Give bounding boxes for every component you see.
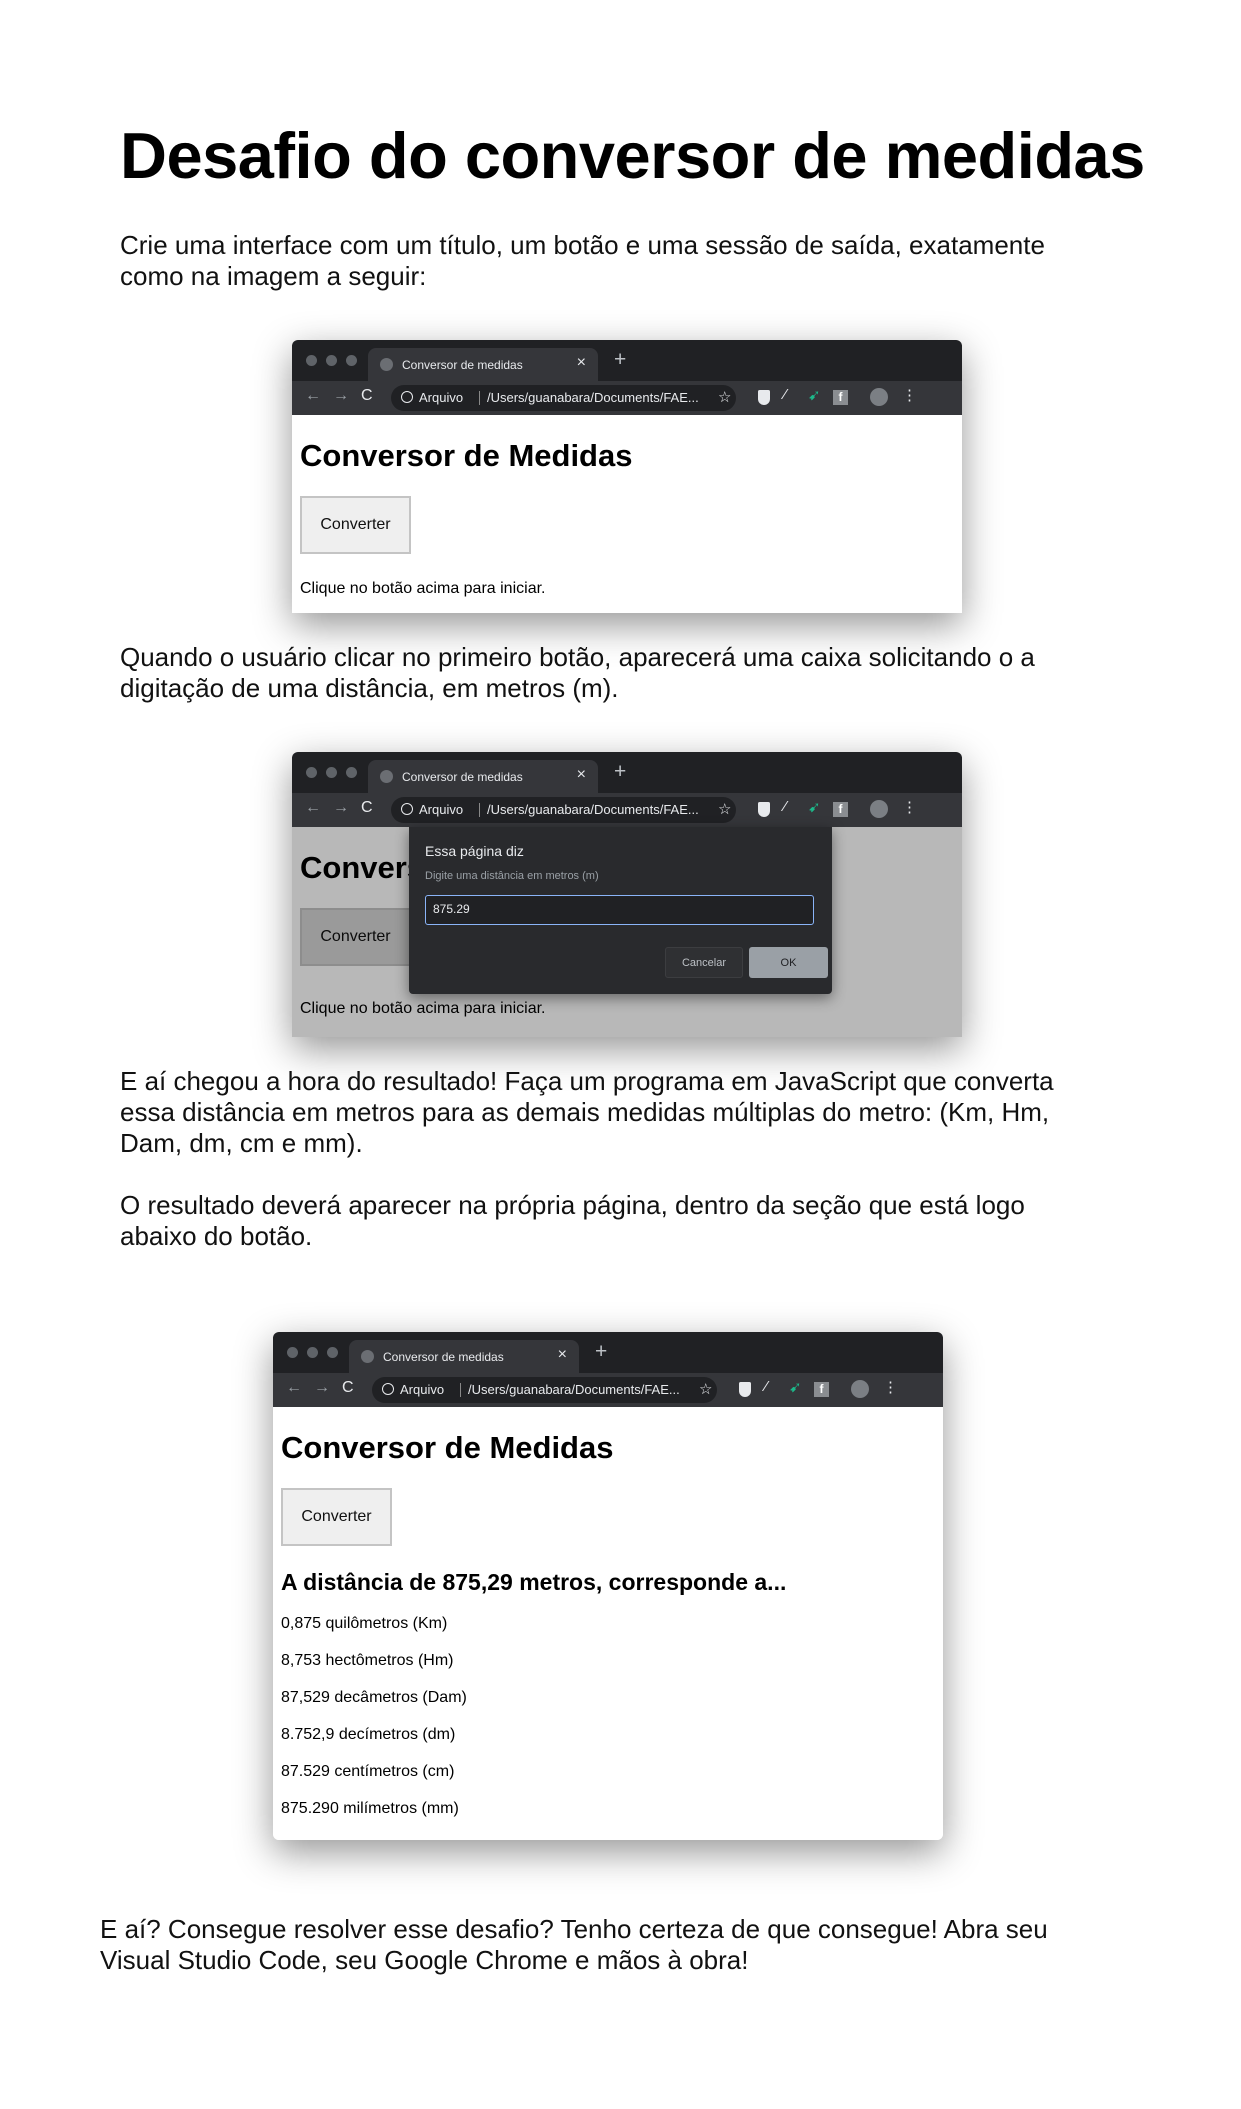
intro-paragraph: Crie uma interface com um título, um bot… [120, 230, 1045, 291]
facebook-extension-icon[interactable]: f [814, 1382, 829, 1397]
page-content: Conversor de Medidas Converter Clique no… [292, 415, 962, 613]
result-item: 87.529 centímetros (cm) [281, 1763, 455, 1780]
window-controls[interactable] [306, 355, 357, 366]
browser-toolbar: ← → C Arquivo /Users/guanabara/Documents… [292, 793, 962, 827]
close-icon[interactable]: × [558, 1346, 567, 1364]
dialog-message: Digite uma distância em metros (m) [425, 870, 599, 882]
converter-button[interactable]: Converter [281, 1488, 392, 1546]
prompt-dialog: Essa página diz Digite uma distância em … [409, 827, 832, 994]
facebook-extension-icon[interactable]: f [833, 802, 848, 817]
page-content: Conversor de Medidas Converter A distânc… [273, 1407, 943, 1840]
back-icon[interactable]: ← [305, 799, 321, 817]
result-heading: A distância de 875,29 metros, correspond… [281, 1569, 787, 1595]
bird-extension-icon[interactable]: ➹ [808, 798, 821, 816]
new-tab-button[interactable]: + [614, 760, 626, 784]
globe-icon [380, 770, 393, 783]
new-tab-button[interactable]: + [614, 348, 626, 372]
browser-window-prompt: Conversor de medidas × + ← → C Arquivo /… [292, 752, 962, 1037]
step4-paragraph: O resultado deverá aparecer na própria p… [120, 1190, 1025, 1251]
result-item: 0,875 quilômetros (Km) [281, 1615, 448, 1632]
result-item: 8.752,9 decímetros (dm) [281, 1726, 456, 1743]
info-icon[interactable] [382, 1383, 394, 1395]
closing-paragraph: E aí? Consegue resolver esse desafio? Te… [100, 1914, 1048, 1975]
back-icon[interactable]: ← [286, 1379, 302, 1397]
converter-button[interactable]: Converter [300, 496, 411, 554]
page-title: Desafio do conversor de medidas [120, 119, 1145, 192]
globe-icon [380, 358, 393, 371]
app-heading: Conversor de Medidas [281, 1430, 614, 1465]
browser-window-initial: Conversor de medidas × + ← → C Arquivo /… [292, 340, 962, 613]
browser-window-result: Conversor de medidas × + ← → C Arquivo /… [273, 1332, 943, 1840]
window-controls[interactable] [287, 1347, 338, 1358]
profile-avatar-icon[interactable] [870, 388, 888, 406]
ok-button[interactable]: OK [749, 947, 828, 978]
tab-bar: Conversor de medidas × + [292, 752, 962, 793]
distance-input[interactable]: 875.29 [425, 895, 814, 925]
menu-icon[interactable]: ⋮ [902, 386, 917, 404]
close-icon[interactable]: × [577, 354, 586, 372]
shield-extension-icon[interactable] [739, 1382, 751, 1397]
forward-icon[interactable]: → [333, 799, 349, 817]
result-item: 875.290 milímetros (mm) [281, 1800, 459, 1817]
output-text: Clique no botão acima para iniciar. [300, 580, 546, 597]
wand-extension-icon[interactable]: ⁄ [784, 386, 787, 403]
tab-bar: Conversor de medidas × + [292, 340, 962, 381]
reload-icon[interactable]: C [361, 799, 373, 817]
dialog-title: Essa página diz [425, 843, 524, 859]
address-bar[interactable]: Arquivo /Users/guanabara/Documents/FAE..… [391, 385, 736, 411]
step2-paragraph: Quando o usuário clicar no primeiro botã… [120, 642, 1035, 703]
forward-icon[interactable]: → [314, 1379, 330, 1397]
wand-extension-icon[interactable]: ⁄ [765, 1378, 768, 1395]
browser-toolbar: ← → C Arquivo /Users/guanabara/Documents… [292, 381, 962, 415]
facebook-extension-icon[interactable]: f [833, 390, 848, 405]
forward-icon[interactable]: → [333, 387, 349, 405]
browser-tab[interactable]: Conversor de medidas × [368, 348, 598, 381]
browser-toolbar: ← → C Arquivo /Users/guanabara/Documents… [273, 1373, 943, 1407]
browser-tab[interactable]: Conversor de medidas × [368, 760, 598, 793]
result-item: 87,529 decâmetros (Dam) [281, 1689, 467, 1706]
bird-extension-icon[interactable]: ➹ [808, 386, 821, 404]
menu-icon[interactable]: ⋮ [883, 1378, 898, 1396]
new-tab-button[interactable]: + [595, 1340, 607, 1364]
browser-tab[interactable]: Conversor de medidas × [349, 1340, 579, 1373]
wand-extension-icon[interactable]: ⁄ [784, 798, 787, 815]
window-controls[interactable] [306, 767, 357, 778]
address-bar[interactable]: Arquivo /Users/guanabara/Documents/FAE..… [391, 797, 736, 823]
back-icon[interactable]: ← [305, 387, 321, 405]
bookmark-star-icon[interactable]: ☆ [718, 800, 731, 818]
cancel-button[interactable]: Cancelar [665, 947, 743, 978]
globe-icon [361, 1350, 374, 1363]
reload-icon[interactable]: C [342, 1379, 354, 1397]
shield-extension-icon[interactable] [758, 390, 770, 405]
menu-icon[interactable]: ⋮ [902, 798, 917, 816]
bookmark-star-icon[interactable]: ☆ [718, 388, 731, 406]
info-icon[interactable] [401, 391, 413, 403]
bookmark-star-icon[interactable]: ☆ [699, 1380, 712, 1398]
bird-extension-icon[interactable]: ➹ [789, 1378, 802, 1396]
profile-avatar-icon[interactable] [851, 1380, 869, 1398]
profile-avatar-icon[interactable] [870, 800, 888, 818]
app-heading: Conversor de Medidas [300, 438, 633, 473]
info-icon[interactable] [401, 803, 413, 815]
address-bar[interactable]: Arquivo /Users/guanabara/Documents/FAE..… [372, 1377, 717, 1403]
reload-icon[interactable]: C [361, 387, 373, 405]
tab-bar: Conversor de medidas × + [273, 1332, 943, 1373]
close-icon[interactable]: × [577, 766, 586, 784]
shield-extension-icon[interactable] [758, 802, 770, 817]
result-item: 8,753 hectômetros (Hm) [281, 1652, 454, 1669]
step3-paragraph: E aí chegou a hora do resultado! Faça um… [120, 1066, 1054, 1158]
